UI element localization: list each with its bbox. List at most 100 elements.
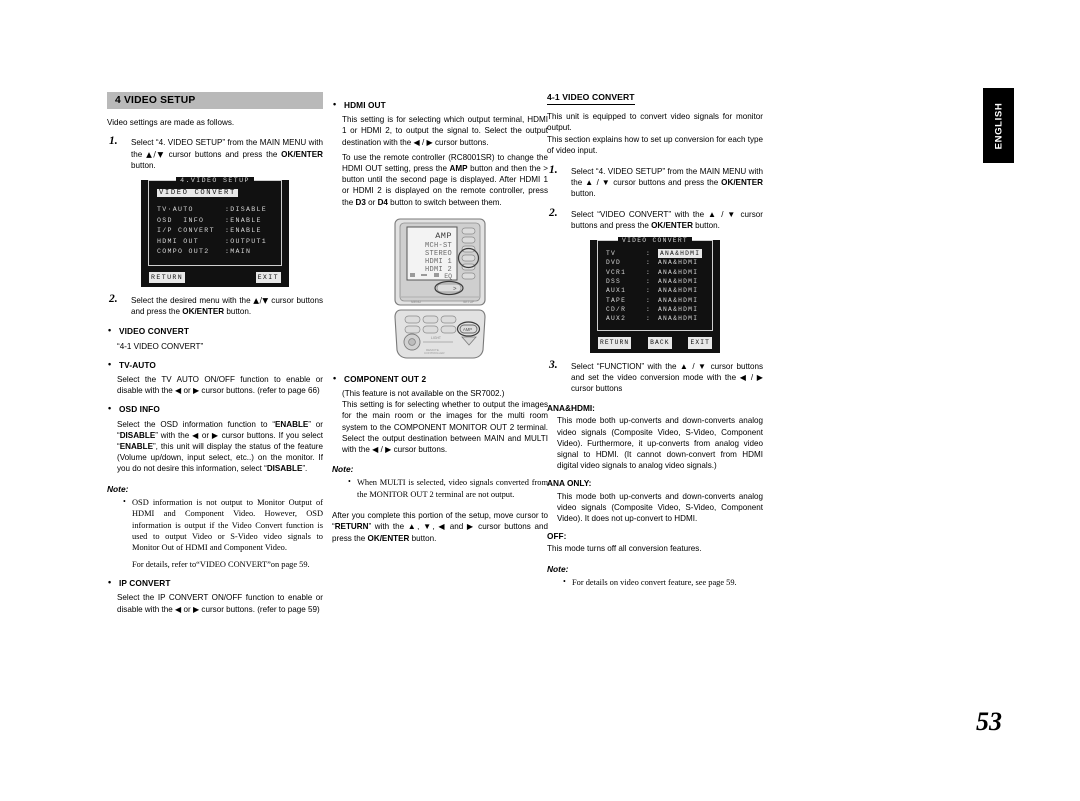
step-text-a: Select the desired menu with the bbox=[131, 295, 254, 305]
osd-back-key[interactable]: BACK bbox=[648, 337, 672, 349]
subsection-title-video-convert: 4-1 VIDEO CONVERT bbox=[547, 92, 635, 106]
osd-screen-video-setup: 4.VIDEO SETUP VIDEO CONVERT TV·AUTO:DISA… bbox=[141, 177, 289, 287]
osd-row-value: :DISABLE bbox=[225, 206, 268, 214]
osd-row-tape[interactable]: TAPE: ANA&HDMI bbox=[606, 296, 704, 305]
hdmi-out-para-1: This setting is for selecting which outp… bbox=[342, 115, 548, 147]
osd-colon: : bbox=[646, 287, 652, 295]
osd-screen-video-convert: VIDEO CONVERT TV: ANA&HDMI DVD: ANA&HDMI V… bbox=[590, 237, 720, 353]
mode-body-ana-hdmi: This mode both up-converts and down-conv… bbox=[557, 416, 763, 471]
step-1-left: 1. Select “4. VIDEO SETUP” from the MAIN… bbox=[107, 136, 323, 171]
return-label: RETURN bbox=[334, 522, 369, 532]
note-label-right: Note: bbox=[547, 563, 569, 574]
osd-colon: : bbox=[646, 296, 652, 304]
tv-auto-body: Select the TV AUTO ON/OFF function to en… bbox=[117, 374, 323, 396]
manual-page: 4 VIDEO SETUP Video settings are made as… bbox=[0, 0, 1080, 801]
intro-text: Video settings are made as follows. bbox=[107, 118, 235, 128]
osd-colon: : bbox=[646, 305, 652, 313]
amp-button-label: AMP bbox=[449, 164, 468, 174]
video-convert-body: “4-1 VIDEO CONVERT” bbox=[117, 341, 204, 351]
ok-enter-label: OK/ENTER bbox=[281, 149, 323, 159]
step-2-text: Select the desired menu with the ▲/▼ cur… bbox=[131, 295, 323, 317]
component-out-2-body: This setting is for selecting whether to… bbox=[342, 400, 548, 455]
osd-row-value: :ENABLE bbox=[225, 216, 262, 224]
osd-row-label: TV·AUTO bbox=[157, 206, 194, 214]
osd-row[interactable]: TV·AUTO :DISABLE bbox=[157, 205, 273, 216]
osd-footer: RETURN BACK EXIT bbox=[590, 335, 720, 352]
osd-value: ANA&HDMI bbox=[658, 259, 699, 267]
remote-line-eq: EQ bbox=[444, 273, 452, 280]
osd-value: ANA&HDMI bbox=[658, 305, 699, 313]
section-title-video-setup: 4 VIDEO SETUP bbox=[107, 92, 323, 110]
language-side-tab: ENGLISH bbox=[983, 88, 1014, 163]
right-column: 4-1 VIDEO CONVERT This unit is equipped … bbox=[547, 92, 763, 588]
middle-column: HDMI OUT This setting is for selecting w… bbox=[332, 92, 548, 548]
osd-input-name: VCR1 bbox=[606, 268, 627, 276]
remote-controller-illustration: AMP MCH-ST STEREO HDMI 1 HDMI 2 EQ > MEN… bbox=[379, 218, 501, 366]
step-1-right: 1. Select “4. VIDEO SETUP” from the MAIN… bbox=[547, 164, 763, 200]
osd-input-name: TAPE bbox=[606, 296, 627, 304]
svg-text:SETUP: SETUP bbox=[463, 300, 475, 304]
osd-colon: : bbox=[646, 250, 652, 258]
svg-text:MENU: MENU bbox=[411, 300, 422, 304]
osd-frame: 4.VIDEO SETUP VIDEO CONVERT TV·AUTO:DISA… bbox=[148, 177, 282, 266]
disable-label: DISABLE bbox=[119, 430, 156, 440]
osd-info-text-a: Select the OSD information function to “ bbox=[117, 419, 276, 429]
osd-row-tv[interactable]: TV: ANA&HDMI bbox=[606, 249, 704, 259]
osd-row-value: :MAIN bbox=[225, 248, 252, 256]
osd-input-name: DVD bbox=[606, 259, 622, 267]
step-3-text: Select “FUNCTION” with the ▲ / ▼ cursor … bbox=[571, 361, 763, 394]
remote-controller-svg: AMP MCH-ST STEREO HDMI 1 HDMI 2 EQ > MEN… bbox=[394, 218, 486, 359]
osd-row-dss[interactable]: DSS: ANA&HDMI bbox=[606, 277, 704, 286]
ok-enter-label: OK/ENTER bbox=[721, 178, 763, 188]
step-2-right: 2. Select “VIDEO CONVERT” with the ▲ / ▼… bbox=[547, 207, 763, 231]
osd-row-value: :OUTPUT1 bbox=[225, 237, 268, 245]
mode-body-off: This mode turns off all conversion featu… bbox=[547, 544, 702, 554]
osd-highlight-row[interactable]: VIDEO CONVERT bbox=[157, 187, 273, 199]
osd-title-text: VIDEO CONVERT bbox=[617, 237, 693, 245]
remote-line-stereo: STEREO bbox=[425, 250, 452, 258]
osd-title: VIDEO CONVERT bbox=[598, 235, 712, 246]
osd-row[interactable]: HDMI OUT:OUTPUT1 bbox=[157, 237, 273, 248]
osd-row-cdr[interactable]: CD/R: ANA&HDMI bbox=[606, 305, 704, 314]
osd-return-key[interactable]: RETURN bbox=[598, 337, 632, 349]
osd-selected-item[interactable]: VIDEO CONVERT bbox=[157, 189, 238, 198]
osd-exit-key[interactable]: EXIT bbox=[688, 337, 712, 349]
svg-text:CONTROLLER: CONTROLLER bbox=[424, 351, 445, 355]
step-1-text: Select “4. VIDEO SETUP” from the MAIN ME… bbox=[571, 166, 763, 200]
osd-exit-key[interactable]: EXIT bbox=[255, 271, 281, 283]
bullet-component-out-2: COMPONENT OUT 2 bbox=[332, 373, 548, 385]
osd-row-aux1[interactable]: AUX1: ANA&HDMI bbox=[606, 286, 704, 295]
osd-input-name: DSS bbox=[606, 277, 622, 285]
step-number: 1. bbox=[549, 164, 558, 177]
osd-colon: : bbox=[646, 315, 652, 323]
osd-row-dvd[interactable]: DVD: ANA&HDMI bbox=[606, 258, 704, 267]
osd-row-aux2[interactable]: AUX2: ANA&HDMI bbox=[606, 314, 704, 323]
osd-row[interactable]: I/P CONVERT:ENABLE bbox=[157, 226, 273, 237]
mode-head-off: OFF: bbox=[547, 531, 567, 542]
d3-button-label: D3 bbox=[355, 197, 366, 207]
osd-row[interactable]: OSD INFO:ENABLE bbox=[157, 216, 273, 227]
svg-text:LIGHT: LIGHT bbox=[431, 336, 441, 340]
ip-convert-body: Select the IP CONVERT ON/OFF function to… bbox=[117, 593, 323, 614]
osd-input-name: AUX1 bbox=[606, 287, 627, 295]
osd-input-name: AUX2 bbox=[606, 315, 627, 323]
step-text-c: button. bbox=[692, 220, 720, 230]
closing-paragraph: After you complete this portion of the s… bbox=[332, 510, 548, 544]
ok-enter-label: OK/ENTER bbox=[651, 220, 693, 230]
osd-row-vcr1[interactable]: VCR1: ANA&HDMI bbox=[606, 268, 704, 277]
enable-label: ENABLE bbox=[275, 419, 309, 429]
osd-frame: VIDEO CONVERT TV: ANA&HDMI DVD: ANA&HDMI V… bbox=[597, 237, 713, 332]
step-text-b: cursor buttons and press the bbox=[164, 149, 282, 159]
mode-head-ana-hdmi: ANA&HDMI: bbox=[547, 403, 595, 414]
step-number: 3. bbox=[549, 358, 558, 371]
osd-row-label: I/P CONVERT bbox=[157, 227, 215, 235]
note-body-mid: When MULTI is selected, video signals co… bbox=[348, 476, 548, 500]
osd-row[interactable]: COMPO OUT2 :MAIN bbox=[157, 247, 273, 258]
osd-colon: : bbox=[646, 259, 652, 267]
osd-selected-value[interactable]: ANA&HDMI bbox=[658, 249, 703, 259]
osd-row-label: COMPO OUT2 bbox=[157, 248, 210, 256]
hdmi-out-text-d: button to switch between them. bbox=[387, 197, 502, 207]
osd-return-key[interactable]: RETURN bbox=[149, 271, 186, 283]
osd-value: ANA&HDMI bbox=[658, 315, 699, 323]
step-2-left: 2. Select the desired menu with the ▲/▼ … bbox=[107, 293, 323, 317]
